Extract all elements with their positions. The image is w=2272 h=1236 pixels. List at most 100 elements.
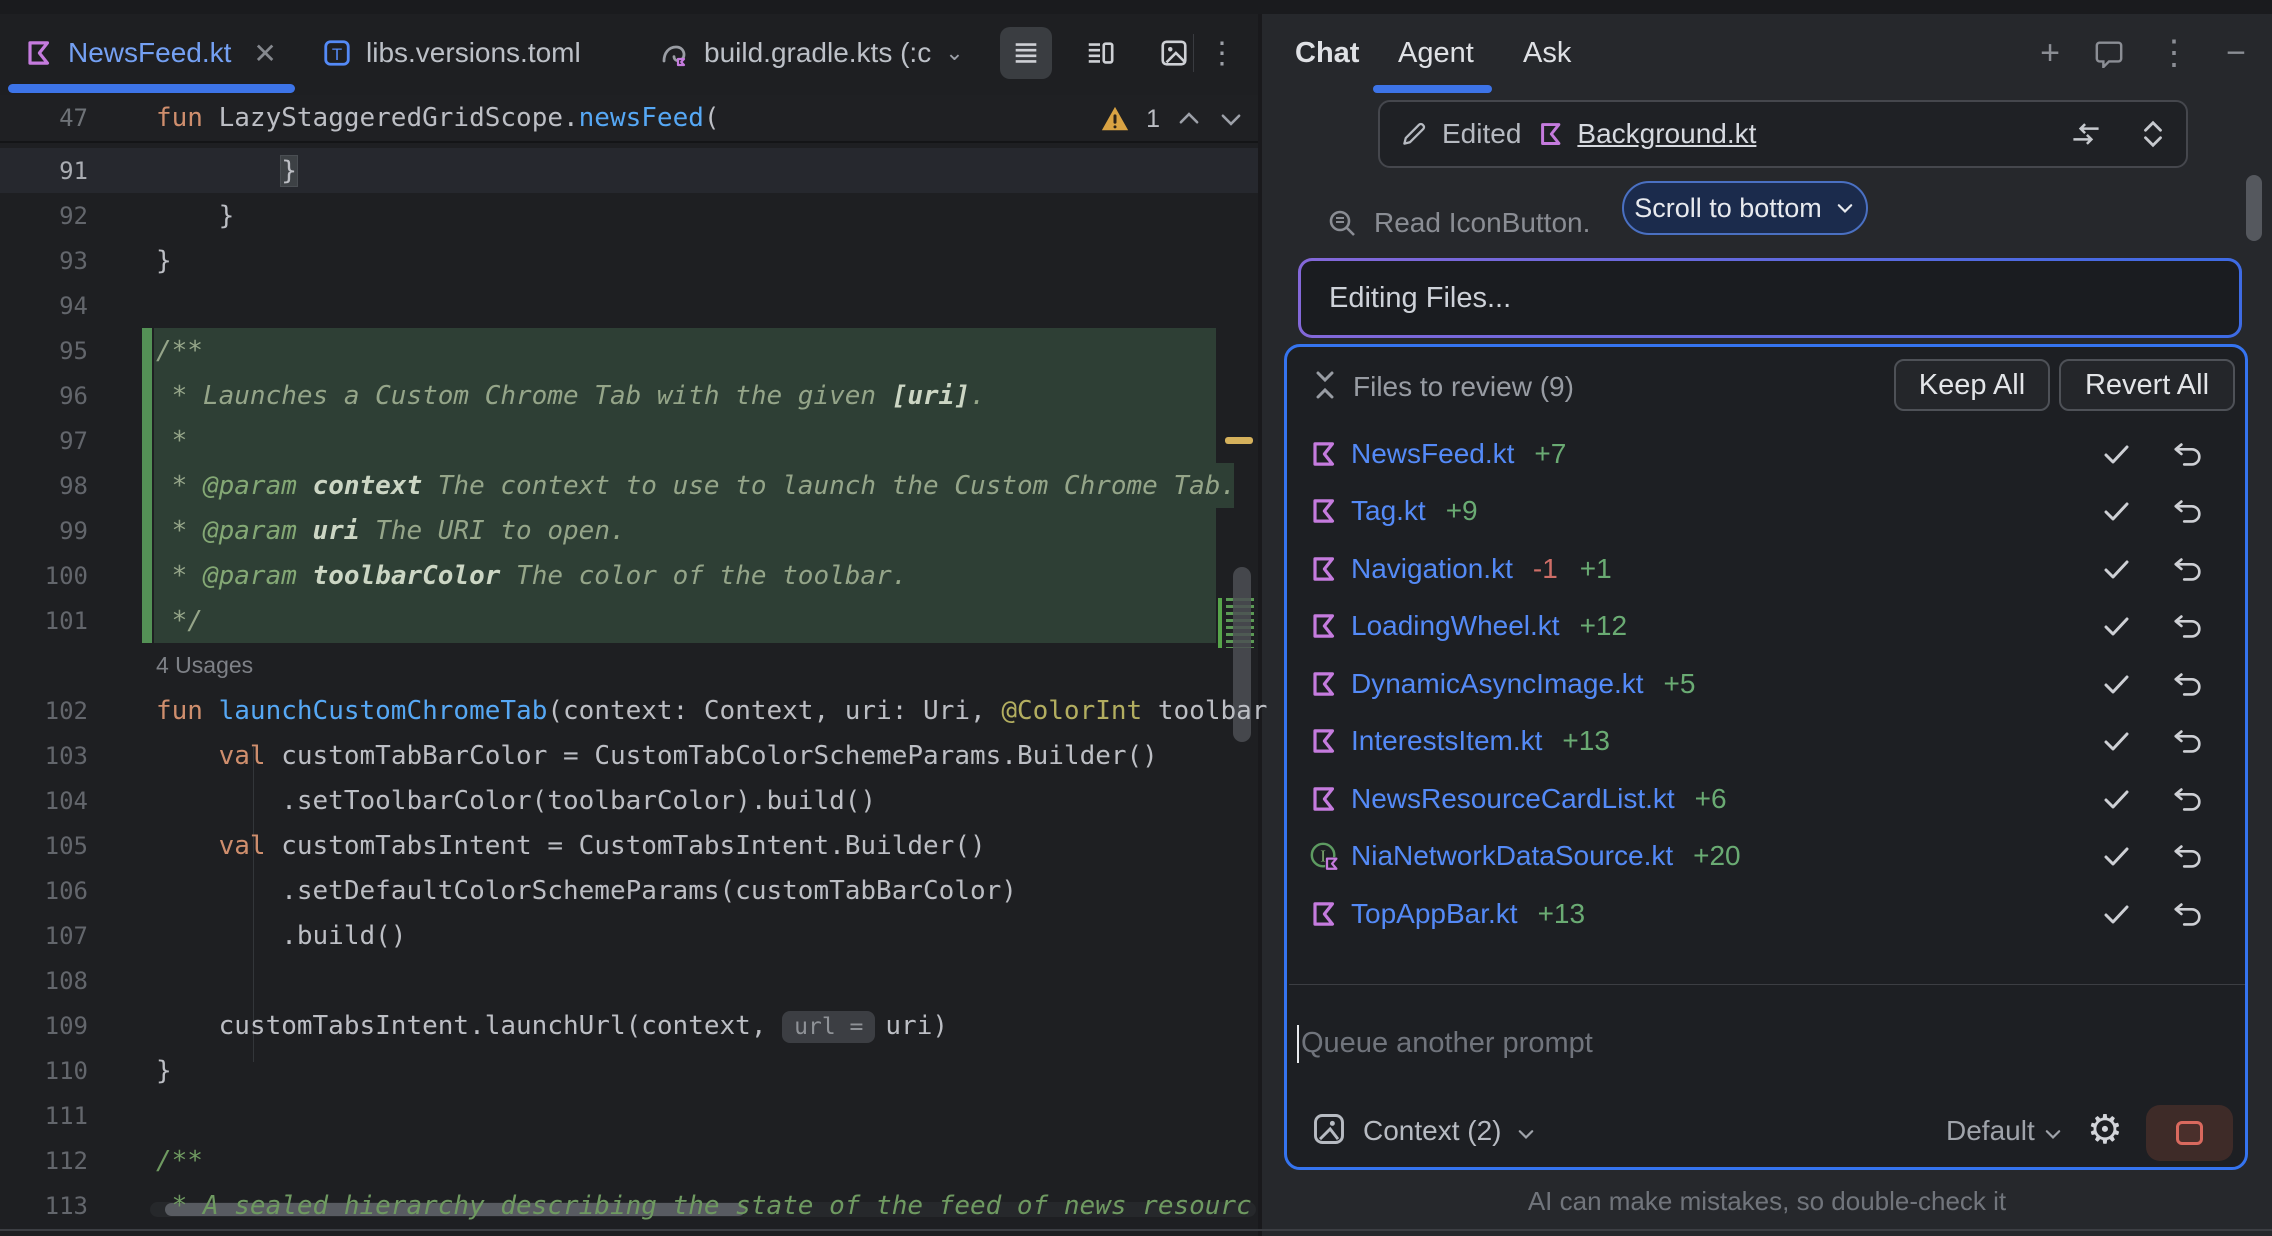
accept-change-icon[interactable] [2101, 840, 2133, 872]
file-review-row[interactable]: Navigation.kt-1+1 [1287, 540, 2245, 598]
minimize-icon[interactable]: − [2218, 34, 2254, 73]
code-line-102[interactable]: 102fun launchCustomChromeTab(context: Co… [0, 688, 1258, 733]
code-line-93[interactable]: 93} [0, 238, 1258, 283]
attach-image-icon[interactable] [1311, 1111, 1347, 1147]
sticky-line-47[interactable]: 47 fun LazyStaggeredGridScope.newsFeed( … [0, 95, 1258, 143]
more-options-icon[interactable]: ⋮ [1202, 30, 1242, 76]
code-line-98[interactable]: 98 * @param context The context to use t… [0, 463, 1258, 508]
chat-scrollbar[interactable] [2246, 175, 2262, 241]
revert-change-icon[interactable] [2171, 840, 2205, 872]
stop-button[interactable] [2146, 1105, 2233, 1161]
code-line-92[interactable]: 92 } [0, 193, 1258, 238]
edited-file-link[interactable]: Background.kt [1577, 118, 1756, 150]
list-view-icon[interactable] [1000, 27, 1052, 79]
code-line-109[interactable]: 109 customTabsIntent.launchUrl(context, … [0, 1003, 1258, 1048]
code-text: */ [156, 606, 203, 636]
prev-warning-icon[interactable] [1176, 106, 1202, 132]
revert-change-icon[interactable] [2171, 725, 2205, 757]
file-link[interactable]: Tag.kt [1351, 495, 1426, 527]
code-line-107[interactable]: 107 .build() [0, 913, 1258, 958]
file-review-row[interactable]: NewsFeed.kt+7 [1287, 425, 2245, 483]
tab-label: libs.versions.toml [366, 37, 581, 69]
file-link[interactable]: InterestsItem.kt [1351, 725, 1542, 757]
tab-libs-versions-toml[interactable]: T libs.versions.toml [322, 14, 581, 92]
file-review-row[interactable]: Tag.kt+9 [1287, 483, 2245, 541]
accept-change-icon[interactable] [2101, 668, 2133, 700]
code-line-104[interactable]: 104 .setToolbarColor(toolbarColor).build… [0, 778, 1258, 823]
accept-change-icon[interactable] [2101, 495, 2133, 527]
code-line-100[interactable]: 100 * @param toolbarColor The color of t… [0, 553, 1258, 598]
code-line-112[interactable]: 112/** [0, 1138, 1258, 1183]
file-review-row[interactable]: LoadingWheel.kt+12 [1287, 598, 2245, 656]
code-line-97[interactable]: 97 * [0, 418, 1258, 463]
accept-change-icon[interactable] [2101, 553, 2133, 585]
accept-change-icon[interactable] [2101, 898, 2133, 930]
file-review-row[interactable]: NewsResourceCardList.kt+6 [1287, 770, 2245, 828]
keep-all-button[interactable]: Keep All [1894, 359, 2050, 411]
code-line-103[interactable]: 103 val customTabBarColor = CustomTabCol… [0, 733, 1258, 778]
code-line-99[interactable]: 99 * @param uri The URI to open. [0, 508, 1258, 553]
model-selector[interactable]: Default [1946, 1115, 2035, 1147]
accept-change-icon[interactable] [2101, 610, 2133, 642]
code-line-113[interactable]: 113 * A sealed hierarchy describing the … [0, 1183, 1258, 1228]
collapse-icon[interactable] [1309, 367, 1341, 403]
code-line-95[interactable]: 95/** [0, 328, 1258, 373]
file-review-row[interactable]: DynamicAsyncImage.kt+5 [1287, 655, 2245, 713]
code-line-110[interactable]: 110} [0, 1048, 1258, 1093]
code-line-111[interactable]: 111 [0, 1093, 1258, 1138]
chevron-down-icon[interactable] [1515, 1123, 1537, 1145]
edited-file-card[interactable]: Edited Background.kt [1378, 100, 2188, 168]
revert-change-icon[interactable] [2171, 438, 2205, 470]
chevron-down-icon[interactable] [2042, 1123, 2064, 1145]
file-link[interactable]: NewsFeed.kt [1351, 438, 1514, 470]
tab-newsfeed[interactable]: NewsFeed.kt ✕ [24, 14, 277, 92]
tab-ask[interactable]: Ask [1523, 14, 1571, 92]
revert-change-icon[interactable] [2171, 668, 2205, 700]
code-line-94[interactable]: 94 [0, 283, 1258, 328]
revert-change-icon[interactable] [2171, 610, 2205, 642]
code-line-101[interactable]: 101 */ [0, 598, 1258, 643]
revert-all-button[interactable]: Revert All [2059, 359, 2235, 411]
code-area[interactable]: 91 }92 }93}9495/**96 * Launches a Custom… [0, 148, 1258, 1228]
file-link[interactable]: LoadingWheel.kt [1351, 610, 1560, 642]
diff-icon[interactable] [2068, 116, 2104, 152]
revert-change-icon[interactable] [2171, 783, 2205, 815]
revert-change-icon[interactable] [2171, 898, 2205, 930]
removed-lines-count: -1 [1533, 553, 1558, 585]
tab-agent[interactable]: Agent [1398, 14, 1474, 92]
accept-change-icon[interactable] [2101, 783, 2133, 815]
file-review-row[interactable]: TopAppBar.kt+13 [1287, 885, 2245, 943]
file-link[interactable]: DynamicAsyncImage.kt [1351, 668, 1644, 700]
code-line-108[interactable]: 108 [0, 958, 1258, 1003]
code-line-96[interactable]: 96 * Launches a Custom Chrome Tab with t… [0, 373, 1258, 418]
split-view-icon[interactable] [1074, 27, 1126, 79]
code-line-106[interactable]: 106 .setDefaultColorSchemeParams(customT… [0, 868, 1258, 913]
scroll-to-bottom-button[interactable]: Scroll to bottom [1622, 181, 1868, 235]
code-line-91[interactable]: 91 } [0, 148, 1258, 193]
context-selector[interactable]: Context (2) [1363, 1115, 1502, 1147]
more-options-icon[interactable]: ⋮ [2156, 33, 2192, 73]
next-warning-icon[interactable] [1218, 106, 1244, 132]
file-link[interactable]: TopAppBar.kt [1351, 898, 1518, 930]
chevron-down-icon[interactable]: ⌄ [945, 40, 963, 66]
file-review-row[interactable]: InterestsItem.kt+13 [1287, 713, 2245, 771]
revert-change-icon[interactable] [2171, 553, 2205, 585]
code-line-105[interactable]: 105 val customTabsIntent = CustomTabsInt… [0, 823, 1258, 868]
prompt-input[interactable]: Queue another prompt [1301, 1027, 1593, 1060]
gear-icon[interactable]: ⚙ [2087, 1107, 2123, 1153]
file-link[interactable]: NiaNetworkDataSource.kt [1351, 840, 1673, 872]
tab-chat[interactable]: Chat [1295, 14, 1359, 92]
file-link[interactable]: NewsResourceCardList.kt [1351, 783, 1675, 815]
tab-build-gradle[interactable]: build.gradle.kts (:c ⌄ [658, 14, 964, 92]
file-review-row[interactable]: INiaNetworkDataSource.kt+20 [1287, 828, 2245, 886]
revert-change-icon[interactable] [2171, 495, 2205, 527]
comment-icon[interactable] [2094, 38, 2130, 68]
accept-change-icon[interactable] [2101, 438, 2133, 470]
close-icon[interactable]: ✕ [253, 37, 276, 70]
usages-hint-row[interactable]: 4 Usages [0, 643, 1258, 688]
add-icon[interactable]: + [2032, 34, 2068, 73]
expand-icon[interactable] [2138, 117, 2168, 151]
accept-change-icon[interactable] [2101, 725, 2133, 757]
read-file-row[interactable]: Read IconButton. [1326, 190, 1590, 256]
file-link[interactable]: Navigation.kt [1351, 553, 1513, 585]
